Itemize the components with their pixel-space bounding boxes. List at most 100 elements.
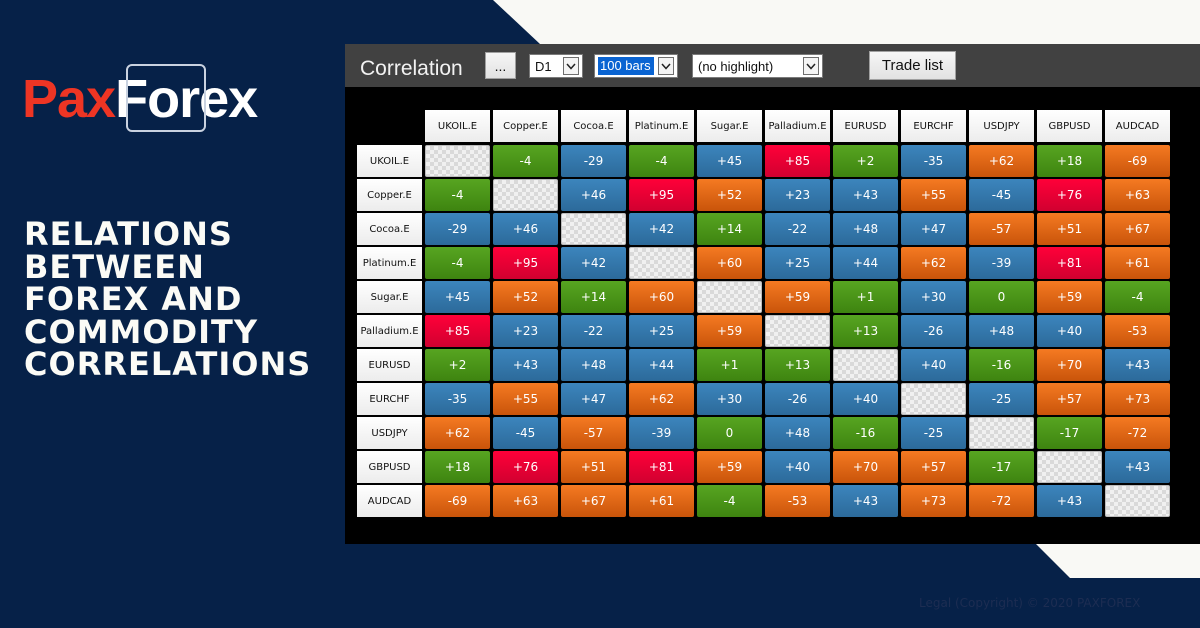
correlation-cell[interactable]: +43: [1105, 451, 1170, 483]
correlation-cell[interactable]: +95: [493, 247, 558, 279]
correlation-cell[interactable]: +18: [425, 451, 490, 483]
diagonal-cell[interactable]: [765, 315, 830, 347]
diagonal-cell[interactable]: [969, 417, 1034, 449]
column-header[interactable]: Copper.E: [493, 110, 558, 142]
correlation-cell[interactable]: -4: [697, 485, 762, 517]
highlight-select[interactable]: (no highlight): [692, 54, 823, 78]
correlation-cell[interactable]: +44: [629, 349, 694, 381]
correlation-cell[interactable]: +76: [493, 451, 558, 483]
correlation-cell[interactable]: +30: [697, 383, 762, 415]
correlation-cell[interactable]: +61: [629, 485, 694, 517]
correlation-cell[interactable]: +47: [901, 213, 966, 245]
correlation-cell[interactable]: -26: [901, 315, 966, 347]
correlation-cell[interactable]: +43: [833, 179, 898, 211]
chevron-down-icon[interactable]: [658, 57, 674, 75]
row-header[interactable]: EURCHF: [357, 383, 422, 415]
correlation-cell[interactable]: 0: [697, 417, 762, 449]
row-header[interactable]: EURUSD: [357, 349, 422, 381]
correlation-cell[interactable]: -45: [969, 179, 1034, 211]
correlation-cell[interactable]: +42: [561, 247, 626, 279]
diagonal-cell[interactable]: [833, 349, 898, 381]
correlation-cell[interactable]: +85: [765, 145, 830, 177]
correlation-cell[interactable]: +48: [765, 417, 830, 449]
correlation-cell[interactable]: +73: [901, 485, 966, 517]
correlation-cell[interactable]: +67: [1105, 213, 1170, 245]
correlation-cell[interactable]: +62: [629, 383, 694, 415]
correlation-cell[interactable]: -57: [561, 417, 626, 449]
correlation-cell[interactable]: +14: [561, 281, 626, 313]
column-header[interactable]: EURCHF: [901, 110, 966, 142]
correlation-cell[interactable]: +61: [1105, 247, 1170, 279]
correlation-cell[interactable]: +23: [765, 179, 830, 211]
correlation-cell[interactable]: +81: [629, 451, 694, 483]
row-header[interactable]: AUDCAD: [357, 485, 422, 517]
column-header[interactable]: Sugar.E: [697, 110, 762, 142]
row-header[interactable]: Copper.E: [357, 179, 422, 211]
row-header[interactable]: Platinum.E: [357, 247, 422, 279]
correlation-cell[interactable]: +25: [629, 315, 694, 347]
correlation-cell[interactable]: +43: [493, 349, 558, 381]
diagonal-cell[interactable]: [425, 145, 490, 177]
correlation-cell[interactable]: -72: [969, 485, 1034, 517]
correlation-cell[interactable]: +18: [1037, 145, 1102, 177]
correlation-cell[interactable]: +55: [901, 179, 966, 211]
column-header[interactable]: EURUSD: [833, 110, 898, 142]
diagonal-cell[interactable]: [493, 179, 558, 211]
row-header[interactable]: USDJPY: [357, 417, 422, 449]
correlation-cell[interactable]: +51: [1037, 213, 1102, 245]
correlation-cell[interactable]: +67: [561, 485, 626, 517]
correlation-cell[interactable]: +51: [561, 451, 626, 483]
chevron-down-icon[interactable]: [803, 57, 819, 75]
correlation-cell[interactable]: -4: [1105, 281, 1170, 313]
bars-select[interactable]: 100 bars: [594, 54, 678, 78]
diagonal-cell[interactable]: [1105, 485, 1170, 517]
diagonal-cell[interactable]: [629, 247, 694, 279]
correlation-cell[interactable]: -26: [765, 383, 830, 415]
correlation-cell[interactable]: +73: [1105, 383, 1170, 415]
correlation-cell[interactable]: +14: [697, 213, 762, 245]
correlation-cell[interactable]: -69: [1105, 145, 1170, 177]
correlation-cell[interactable]: +45: [697, 145, 762, 177]
correlation-cell[interactable]: +52: [697, 179, 762, 211]
row-header[interactable]: Sugar.E: [357, 281, 422, 313]
correlation-cell[interactable]: -22: [765, 213, 830, 245]
correlation-cell[interactable]: +59: [1037, 281, 1102, 313]
correlation-cell[interactable]: +30: [901, 281, 966, 313]
correlation-cell[interactable]: +60: [629, 281, 694, 313]
correlation-cell[interactable]: +2: [833, 145, 898, 177]
correlation-cell[interactable]: +40: [1037, 315, 1102, 347]
correlation-cell[interactable]: +81: [1037, 247, 1102, 279]
correlation-cell[interactable]: +95: [629, 179, 694, 211]
correlation-cell[interactable]: +2: [425, 349, 490, 381]
row-header[interactable]: Palladium.E: [357, 315, 422, 347]
correlation-cell[interactable]: -29: [425, 213, 490, 245]
row-header[interactable]: UKOIL.E: [357, 145, 422, 177]
correlation-cell[interactable]: +45: [425, 281, 490, 313]
column-header[interactable]: UKOIL.E: [425, 110, 490, 142]
diagonal-cell[interactable]: [901, 383, 966, 415]
row-header[interactable]: GBPUSD: [357, 451, 422, 483]
correlation-cell[interactable]: -4: [493, 145, 558, 177]
correlation-cell[interactable]: -35: [901, 145, 966, 177]
correlation-cell[interactable]: +63: [1105, 179, 1170, 211]
correlation-cell[interactable]: -69: [425, 485, 490, 517]
correlation-cell[interactable]: +57: [1037, 383, 1102, 415]
correlation-cell[interactable]: +40: [901, 349, 966, 381]
column-header[interactable]: Palladium.E: [765, 110, 830, 142]
timeframe-select[interactable]: D1: [529, 54, 583, 78]
correlation-cell[interactable]: -22: [561, 315, 626, 347]
correlation-cell[interactable]: +76: [1037, 179, 1102, 211]
correlation-cell[interactable]: -16: [833, 417, 898, 449]
correlation-cell[interactable]: +62: [901, 247, 966, 279]
correlation-cell[interactable]: -53: [1105, 315, 1170, 347]
diagonal-cell[interactable]: [697, 281, 762, 313]
correlation-cell[interactable]: -17: [1037, 417, 1102, 449]
correlation-cell[interactable]: -57: [969, 213, 1034, 245]
correlation-cell[interactable]: +13: [833, 315, 898, 347]
diagonal-cell[interactable]: [561, 213, 626, 245]
correlation-cell[interactable]: +59: [765, 281, 830, 313]
column-header[interactable]: USDJPY: [969, 110, 1034, 142]
correlation-cell[interactable]: -39: [629, 417, 694, 449]
correlation-cell[interactable]: +47: [561, 383, 626, 415]
correlation-cell[interactable]: +48: [969, 315, 1034, 347]
